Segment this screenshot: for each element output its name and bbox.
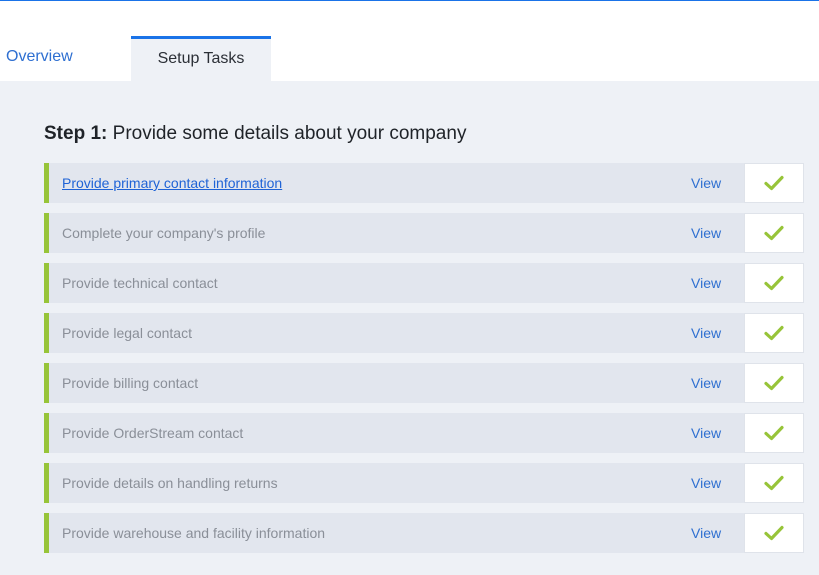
- tab-setup-tasks[interactable]: Setup Tasks: [131, 36, 271, 81]
- task-list: Provide primary contact information View…: [44, 163, 804, 563]
- task-row[interactable]: Provide technical contact View: [44, 263, 804, 303]
- task-status: [744, 213, 804, 253]
- check-icon: [764, 425, 784, 441]
- view-link[interactable]: View: [691, 475, 721, 491]
- step-heading: Step 1: Provide some details about your …: [44, 123, 466, 145]
- task-row[interactable]: Provide billing contact View: [44, 363, 804, 403]
- task-status: [744, 413, 804, 453]
- task-label: Provide billing contact: [62, 375, 199, 391]
- view-link[interactable]: View: [691, 275, 721, 291]
- task-status: [744, 463, 804, 503]
- task-status: [744, 363, 804, 403]
- task-label: Provide legal contact: [62, 325, 192, 341]
- task-status: [744, 163, 804, 203]
- task-label-link[interactable]: Provide primary contact information: [62, 175, 282, 191]
- step-number: Step 1:: [44, 123, 108, 144]
- task-status: [744, 263, 804, 303]
- tab-bar: Overview Setup Tasks: [0, 36, 819, 81]
- setup-tasks-panel: Step 1: Provide some details about your …: [0, 81, 819, 575]
- task-status: [744, 513, 804, 553]
- top-accent-line: [0, 0, 819, 1]
- check-icon: [764, 175, 784, 191]
- task-row[interactable]: Provide warehouse and facility informati…: [44, 513, 804, 553]
- view-link[interactable]: View: [691, 175, 721, 191]
- task-row[interactable]: Complete your company's profile View: [44, 213, 804, 253]
- check-icon: [764, 275, 784, 291]
- step-title: Provide some details about your company: [112, 123, 467, 144]
- check-icon: [764, 475, 784, 491]
- view-link[interactable]: View: [691, 375, 721, 391]
- view-link[interactable]: View: [691, 225, 721, 241]
- task-row[interactable]: Provide legal contact View: [44, 313, 804, 353]
- task-row[interactable]: Provide primary contact information View: [44, 163, 804, 203]
- view-link[interactable]: View: [691, 325, 721, 341]
- check-icon: [764, 375, 784, 391]
- check-icon: [764, 225, 784, 241]
- task-row[interactable]: Provide OrderStream contact View: [44, 413, 804, 453]
- task-status: [744, 313, 804, 353]
- task-label: Complete your company's profile: [62, 225, 266, 241]
- task-label: Provide OrderStream contact: [62, 425, 244, 441]
- task-row[interactable]: Provide details on handling returns View: [44, 463, 804, 503]
- check-icon: [764, 525, 784, 541]
- view-link[interactable]: View: [691, 425, 721, 441]
- task-label: Provide technical contact: [62, 275, 218, 291]
- task-label: Provide details on handling returns: [62, 475, 278, 491]
- check-icon: [764, 325, 784, 341]
- view-link[interactable]: View: [691, 525, 721, 541]
- tab-overview[interactable]: Overview: [6, 48, 73, 66]
- task-label: Provide warehouse and facility informati…: [62, 525, 326, 541]
